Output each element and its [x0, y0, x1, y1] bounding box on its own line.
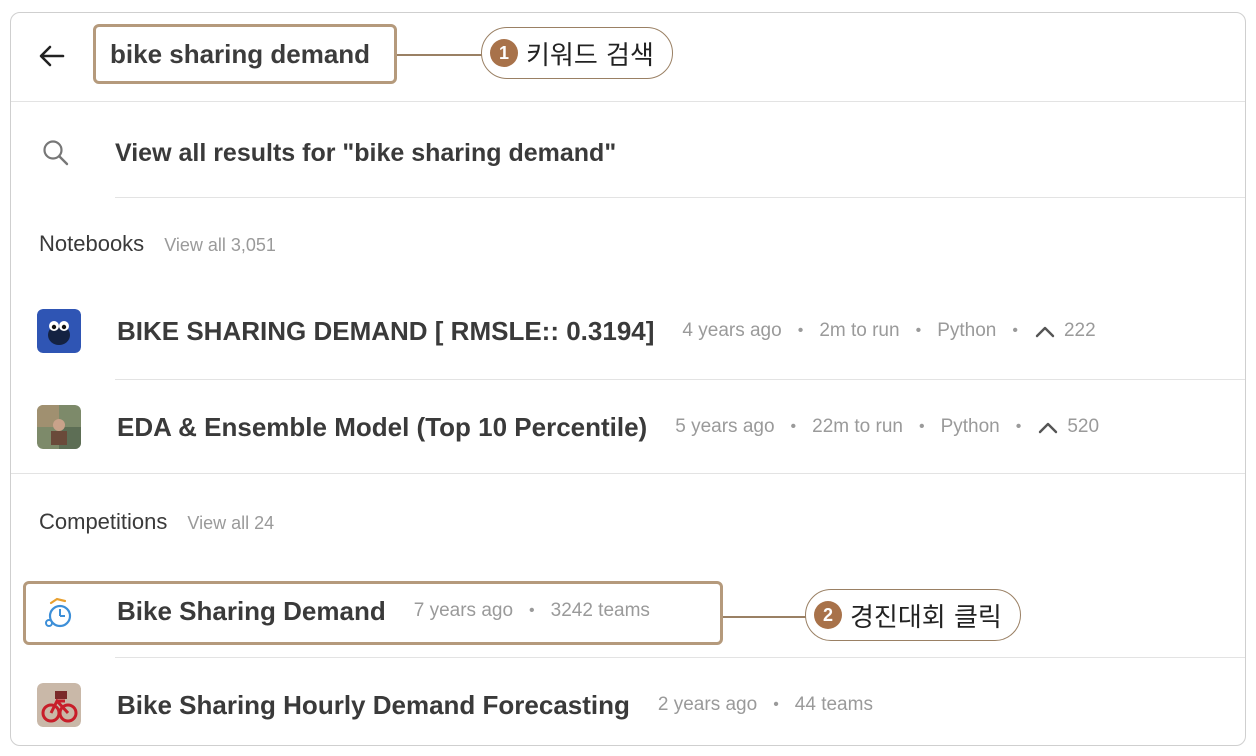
separator-dot: • — [918, 418, 925, 435]
notebook-language: Python — [940, 416, 1000, 437]
separator-dot: • — [790, 418, 797, 435]
section-divider — [11, 473, 1245, 474]
competition-thumbnail-icon — [37, 683, 81, 727]
competition-title: Bike Sharing Hourly Demand Forecasting — [117, 689, 630, 720]
upvote-button[interactable]: 222 — [1034, 320, 1096, 342]
chevron-up-icon — [1039, 422, 1058, 434]
notebook-title: BIKE SHARING DEMAND [ RMSLE:: 0.3194] — [117, 315, 655, 346]
competition-teams: 44 teams — [794, 694, 873, 715]
callout-label: 키워드 검색 — [526, 40, 654, 71]
notebook-meta: 5 years ago • 22m to run • Python • 520 — [675, 416, 1099, 438]
callout-label: 경진대회 클릭 — [850, 602, 1002, 633]
notebook-age: 5 years ago — [675, 416, 775, 437]
notebook-language: Python — [937, 320, 997, 341]
upvote-button[interactable]: 520 — [1037, 416, 1099, 438]
view-all-results-label: View all results for "bike sharing deman… — [115, 138, 617, 167]
separator-dot: • — [1012, 322, 1018, 339]
upvote-count: 222 — [1063, 320, 1096, 341]
header-divider — [11, 101, 1245, 102]
competition-item[interactable]: Bike Sharing Hourly Demand Forecasting 2… — [37, 683, 873, 727]
search-icon — [43, 140, 69, 166]
callout-connector — [723, 616, 807, 618]
notebook-age: 4 years ago — [682, 320, 782, 341]
competition-age: 2 years ago — [657, 694, 758, 715]
competitions-view-all-link[interactable]: View all 24 — [187, 513, 274, 534]
separator-dot: • — [915, 322, 922, 339]
callout-number: 1 — [490, 39, 518, 67]
view-all-results-row[interactable]: View all results for "bike sharing deman… — [41, 129, 616, 177]
competitions-section-header: Competitions View all 24 — [39, 509, 274, 535]
notebooks-heading: Notebooks — [39, 231, 145, 256]
notebook-item[interactable]: BIKE SHARING DEMAND [ RMSLE:: 0.3194] 4 … — [37, 309, 1096, 353]
separator-dot: • — [797, 322, 804, 339]
notebook-runtime: 2m to run — [819, 320, 900, 341]
competition-meta: 2 years ago • 44 teams — [658, 694, 873, 716]
notebooks-section-header: Notebooks View all 3,051 — [39, 231, 276, 257]
upvote-count: 520 — [1067, 416, 1100, 437]
callout-connector — [397, 54, 483, 56]
notebook-runtime: 22m to run — [812, 416, 903, 437]
callout-number: 2 — [814, 601, 842, 629]
competition-highlight-box — [23, 581, 723, 645]
divider — [115, 379, 1245, 380]
notebook-title: EDA & Ensemble Model (Top 10 Percentile) — [117, 411, 648, 442]
separator-dot: • — [1015, 418, 1022, 435]
callout-keyword-search: 1 키워드 검색 — [481, 27, 673, 79]
notebooks-view-all-link[interactable]: View all 3,051 — [164, 235, 276, 256]
callout-competition-click: 2 경진대회 클릭 — [805, 589, 1021, 641]
notebook-thumbnail-icon — [37, 309, 81, 353]
notebook-meta: 4 years ago • 2m to run • Python • 222 — [682, 320, 1095, 342]
chevron-up-icon — [1035, 326, 1055, 338]
divider — [115, 657, 1245, 658]
search-input[interactable] — [110, 38, 394, 70]
divider — [115, 197, 1245, 198]
search-input-box[interactable] — [93, 24, 397, 84]
notebook-item[interactable]: EDA & Ensemble Model (Top 10 Percentile)… — [37, 405, 1099, 449]
search-results-panel: View all results for "bike sharing deman… — [10, 12, 1246, 746]
separator-dot: • — [773, 696, 779, 713]
notebook-thumbnail-icon — [37, 405, 81, 449]
competitions-heading: Competitions — [39, 509, 168, 534]
back-arrow-icon[interactable] — [37, 41, 67, 71]
